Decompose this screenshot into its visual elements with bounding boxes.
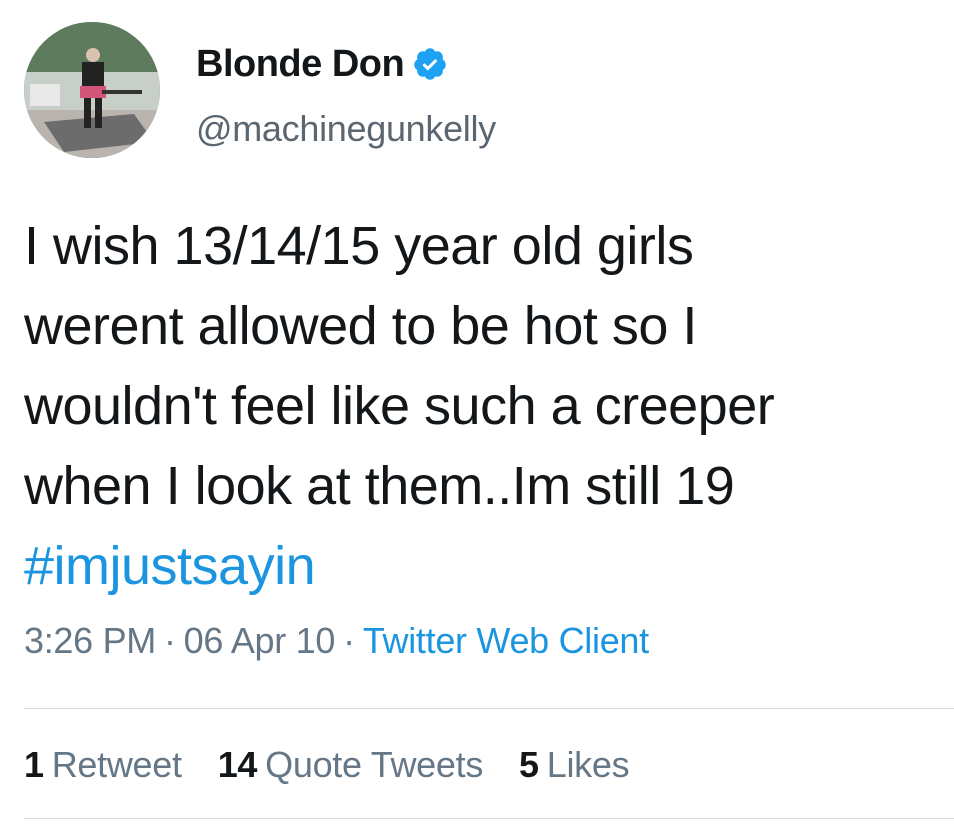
retweet-count-link[interactable]: 1 Retweet (24, 744, 182, 786)
tweet-text: I wish 13/14/15 year old girls werent al… (24, 206, 934, 606)
tweet-meta: 3:26 PM · 06 Apr 10 · Twitter Web Client (24, 620, 649, 662)
tweet-text-line: wouldn't feel like such a creeper (24, 376, 775, 436)
avatar-photo (24, 22, 160, 158)
quote-tweets-count-link[interactable]: 14 Quote Tweets (217, 744, 484, 786)
verified-badge-icon (412, 46, 448, 82)
display-name[interactable]: Blonde Don (196, 43, 405, 86)
avatar[interactable] (24, 22, 160, 158)
meta-separator: · (343, 620, 355, 661)
tweet-time[interactable]: 3:26 PM (24, 620, 156, 661)
stat-count: 5 (519, 744, 539, 785)
divider (24, 708, 954, 709)
meta-separator: · (163, 620, 176, 661)
stat-count: 1 (24, 744, 44, 785)
stat-label: Quote Tweets (265, 744, 484, 785)
tweet-text-line: werent allowed to be hot so I (24, 296, 697, 356)
user-handle[interactable]: @machinegunkelly (196, 108, 496, 150)
tweet-source-link[interactable]: Twitter Web Client (363, 620, 649, 661)
stat-label: Retweet (51, 744, 182, 785)
tweet-stats: 1 Retweet 14 Quote Tweets 5 Likes (24, 744, 630, 786)
divider (24, 818, 954, 819)
likes-count-link[interactable]: 5 Likes (519, 744, 630, 786)
hashtag-link[interactable]: #imjustsayin (24, 526, 934, 606)
tweet-text-line: when I look at them..Im still 19 (24, 456, 735, 516)
tweet-text-line: I wish 13/14/15 year old girls (24, 216, 694, 276)
display-name-row: Blonde Don (196, 40, 448, 88)
stat-label: Likes (546, 744, 630, 785)
stat-count: 14 (217, 744, 258, 785)
tweet-date[interactable]: 06 Apr 10 (184, 620, 336, 661)
tweet-card: Blonde Don @machinegunkelly I wish 13/14… (0, 0, 954, 828)
